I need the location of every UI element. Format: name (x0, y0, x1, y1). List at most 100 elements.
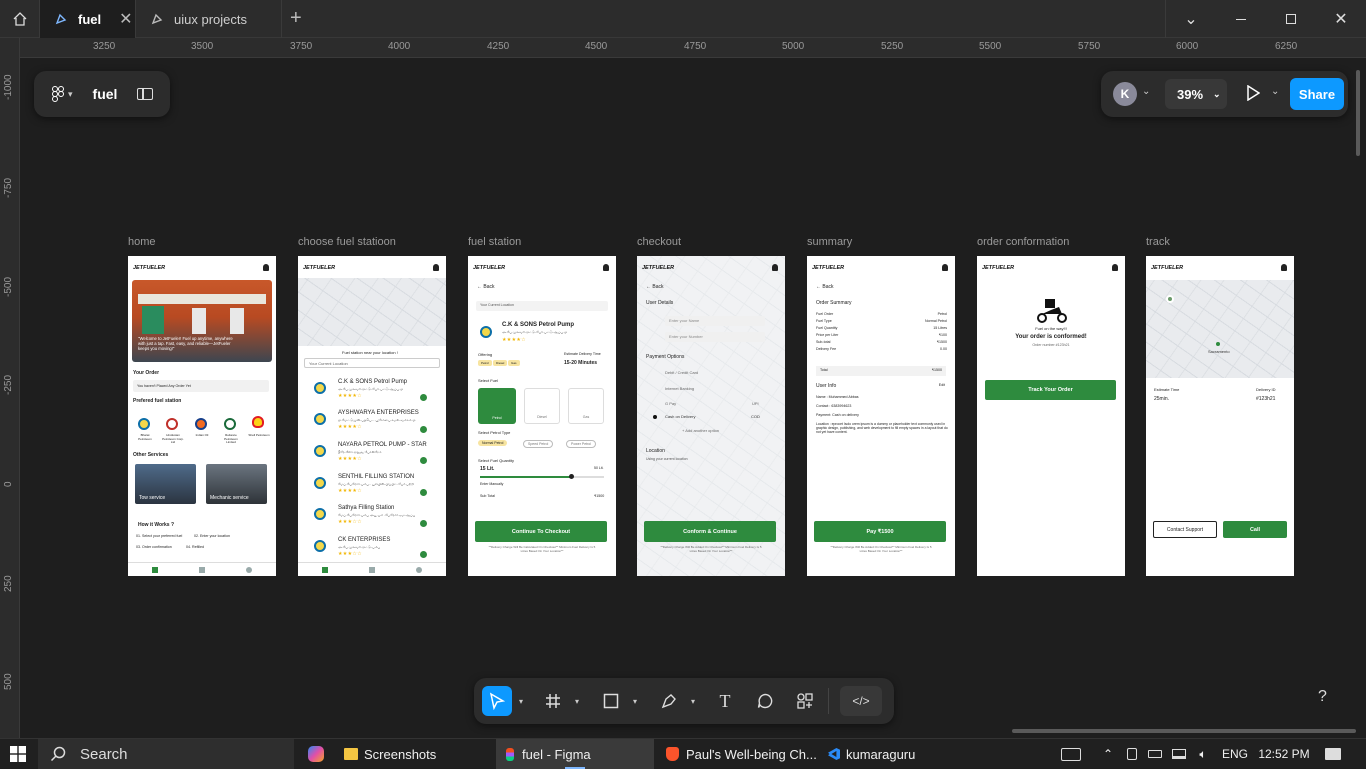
name-input[interactable]: Enter your Name (665, 316, 765, 326)
station-logo[interactable] (195, 418, 207, 430)
text-tool-button[interactable]: T (712, 686, 738, 716)
frame-label-summary[interactable]: summary (807, 236, 852, 248)
contact-support-button[interactable]: Contact Support (1153, 521, 1217, 538)
continue-checkout-button[interactable]: Continue To Checkout (475, 521, 607, 542)
network-icon[interactable] (1170, 739, 1188, 769)
help-button[interactable]: ? (1318, 688, 1327, 706)
select-check-icon[interactable] (420, 489, 427, 496)
confirm-continue-button[interactable]: Conform & Continue (644, 521, 776, 542)
actions-tool-button[interactable] (792, 686, 818, 716)
call-button[interactable]: Call (1223, 521, 1287, 538)
chevron-down-icon[interactable]: ▾ (688, 686, 698, 716)
station-logo[interactable] (138, 418, 150, 430)
frame-checkout[interactable]: JETFUELER ← Back User Details Enter your… (637, 256, 785, 576)
add-payment-link[interactable]: + Add another option (682, 428, 719, 433)
minimize-button[interactable] (1216, 0, 1266, 38)
track-order-button[interactable]: Track Your Order (985, 380, 1116, 400)
fuel-option-diesel[interactable]: Diesel (524, 388, 560, 424)
new-tab-button[interactable]: + (290, 8, 302, 28)
frame-label-home[interactable]: home (128, 236, 156, 248)
copilot-button[interactable] (300, 739, 332, 769)
back-button[interactable]: ← Back (477, 284, 495, 290)
station-logo[interactable] (166, 418, 178, 430)
news-widget-icon[interactable] (1058, 739, 1084, 769)
frame-home[interactable]: JETFUELER "Welcome to JetFueler! Fuel up… (128, 256, 276, 576)
chevron-down-icon[interactable]: ▾ (516, 686, 526, 716)
edit-link[interactable]: Edit (939, 383, 945, 388)
volume-icon[interactable]: 🔈︎ (1194, 739, 1212, 769)
petrol-type-chip[interactable]: Normal Petrol (478, 440, 508, 446)
station-name[interactable]: NAYARA PETROL PUMP - STAR (338, 442, 427, 449)
frame-order-confirmation[interactable]: JETFUELER Fuel on the way!!! Your order … (977, 256, 1125, 576)
frame-track[interactable]: JETFUELER Sacramento Estimate Time 25min… (1146, 256, 1294, 576)
payment-option[interactable]: Internet Banking (665, 386, 694, 391)
back-button[interactable]: ← Back (816, 284, 834, 290)
location-search-field[interactable]: Your Current Location (304, 358, 440, 368)
station-name[interactable]: Sathya Filling Station (338, 505, 394, 512)
frame-tool-button[interactable] (540, 686, 566, 716)
frame-summary[interactable]: JETFUELER ← Back Order Summary Fuel Orde… (807, 256, 955, 576)
frame-label-choose-fuel-station[interactable]: choose fuel statioon (298, 236, 396, 248)
station-logo[interactable] (252, 416, 264, 428)
zoom-control[interactable]: 39% ⌄ (1165, 79, 1227, 109)
enter-manually-link[interactable]: Enter Manually (480, 482, 503, 487)
battery-icon[interactable] (1146, 739, 1164, 769)
number-input[interactable]: Enter your Number (665, 332, 765, 342)
petrol-type-chip[interactable]: Speed Petrol (523, 440, 554, 448)
station-name[interactable]: C.K & SONS Petrol Pump (338, 379, 407, 386)
language-indicator[interactable]: ENG (1220, 739, 1250, 769)
frame-label-order-confirmation[interactable]: order conformation (977, 236, 1069, 248)
chevron-down-icon[interactable]: ▾ (572, 686, 582, 716)
share-button[interactable]: Share (1290, 78, 1344, 110)
present-button[interactable] (1246, 84, 1261, 106)
comment-tool-button[interactable] (752, 686, 778, 716)
tracking-map[interactable]: Sacramento (1146, 280, 1294, 378)
frame-choose-fuel-station[interactable]: JETFUELER Fuel station near your locatio… (298, 256, 446, 576)
taskbar-app-kumaraguru[interactable]: kumaraguru (822, 739, 962, 769)
avatar[interactable]: K (1113, 82, 1137, 106)
select-check-icon[interactable] (420, 551, 427, 558)
chevron-up-icon[interactable]: ⌃ (1098, 739, 1118, 769)
taskbar-app-screenshots[interactable]: Screenshots (336, 739, 484, 769)
tab-fuel[interactable]: fuel ✕ (40, 0, 136, 38)
location-field[interactable]: Your Current Location (476, 301, 608, 311)
station-name[interactable]: SENTHIL FILLING STATION (338, 474, 414, 481)
shape-tool-button[interactable] (598, 686, 624, 716)
station-name[interactable]: CK ENTERPRISES (338, 537, 390, 544)
profile-icon[interactable] (246, 567, 252, 573)
station-name[interactable]: AYSHWARYA ENTERPRISES (338, 410, 419, 417)
map-icon[interactable] (199, 567, 205, 573)
fuel-option-gas[interactable]: Gas (568, 388, 604, 424)
vertical-scrollbar[interactable] (1356, 70, 1360, 156)
payment-option[interactable]: Cash on Delivery (665, 414, 695, 419)
select-check-icon[interactable] (420, 426, 427, 433)
quantity-slider[interactable] (480, 474, 604, 479)
chevron-down-icon[interactable]: ⌄ (1271, 86, 1279, 97)
station-logo[interactable] (224, 418, 236, 430)
petrol-type-chip[interactable]: Power Petrol (566, 440, 597, 448)
payment-option[interactable]: Debit / Credit Card (665, 370, 698, 375)
close-window-button[interactable]: ✕ (1316, 0, 1366, 38)
chevron-down-icon[interactable]: ⌄ (1142, 86, 1150, 97)
move-tool-button[interactable] (482, 686, 512, 716)
restore-button[interactable] (1266, 0, 1316, 38)
tab-uiux-projects[interactable]: uiux projects (136, 0, 282, 38)
home-icon[interactable] (152, 567, 158, 573)
frame-label-track[interactable]: track (1146, 236, 1170, 248)
profile-icon[interactable] (416, 567, 422, 573)
home-icon[interactable] (322, 567, 328, 573)
payment-option[interactable]: G Pay (665, 401, 676, 406)
notifications-icon[interactable] (1320, 739, 1346, 769)
frame-label-checkout[interactable]: checkout (637, 236, 681, 248)
start-button[interactable] (0, 739, 36, 769)
chevron-down-icon[interactable]: ▾ (630, 686, 640, 716)
pay-button[interactable]: Pay ₹1500 (814, 521, 946, 542)
dev-mode-toggle[interactable]: </> (840, 686, 882, 716)
map-icon[interactable] (369, 567, 375, 573)
taskbar-app-brave[interactable]: Paul's Well-being Ch... (658, 739, 818, 769)
select-check-icon[interactable] (420, 520, 427, 527)
fuel-option-petrol[interactable]: Petrol (478, 388, 516, 424)
sidebar-toggle-icon[interactable] (137, 88, 154, 100)
taskbar-app-figma[interactable]: fuel - Figma (496, 739, 654, 769)
main-menu-button[interactable]: ▾ (52, 86, 73, 102)
